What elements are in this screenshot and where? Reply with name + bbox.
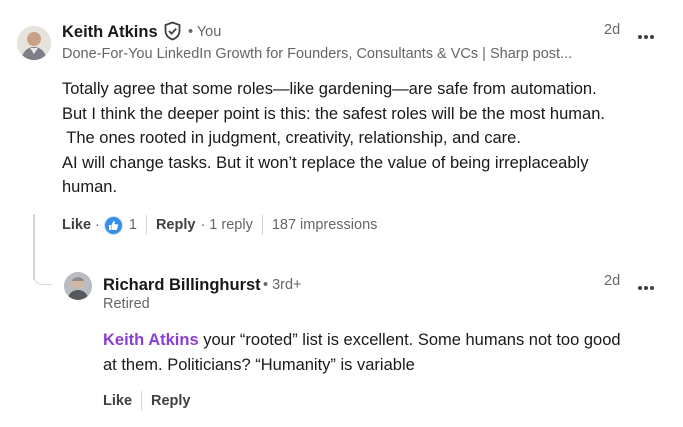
like-button[interactable]: Like — [62, 217, 91, 233]
comment-body: Totally agree that some roles—like garde… — [62, 77, 605, 200]
connection-degree: • 3rd+ — [263, 277, 302, 293]
comment-line: But I think the deeper point is this: th… — [62, 104, 605, 123]
reply-author-name[interactable]: Richard Billinghurst — [103, 276, 261, 295]
reply-body: Keith Atkins your “rooted” list is excel… — [103, 328, 621, 377]
reply-actions: Like Reply — [103, 391, 191, 411]
verified-shield-icon — [163, 21, 182, 46]
reply-count[interactable]: · 1 reply — [200, 217, 252, 233]
reaction-count[interactable]: 1 — [129, 217, 137, 233]
reply-button[interactable]: Reply — [151, 393, 191, 409]
thumbs-up-icon[interactable] — [103, 215, 123, 235]
reply-text: your “rooted” list is excellent. Some hu… — [198, 331, 621, 349]
comment-line: Totally agree that some roles—like garde… — [62, 80, 597, 98]
comment-line: The ones rooted in judgment, creativity,… — [62, 129, 521, 148]
author-headline: Retired — [103, 296, 150, 312]
author-headline: Done-For-You LinkedIn Growth for Founder… — [62, 46, 573, 62]
avatar[interactable] — [17, 26, 51, 60]
action-divider — [145, 215, 147, 235]
reply-timestamp: 2d — [604, 273, 621, 289]
avatar[interactable] — [64, 272, 92, 300]
thread-connector-vertical — [33, 214, 35, 280]
impressions-count[interactable]: 187 impressions — [272, 217, 378, 233]
comment-author-name[interactable]: Keith Atkins — [62, 23, 158, 42]
thread-connector-curve — [33, 272, 52, 285]
more-options-icon[interactable] — [637, 278, 655, 296]
action-divider — [141, 391, 143, 411]
mention-link[interactable]: Keith Atkins — [103, 331, 199, 349]
comment-actions: Like · 1 Reply · 1 reply 187 impressions — [62, 215, 377, 235]
connection-degree: • You — [188, 24, 222, 40]
comment-timestamp: 2d — [604, 22, 621, 38]
comment-line: AI will change tasks. But it won’t repla… — [62, 153, 589, 172]
more-options-icon[interactable] — [637, 27, 655, 45]
like-button[interactable]: Like — [103, 393, 132, 409]
reply-button[interactable]: Reply — [156, 217, 196, 233]
action-dot: · — [95, 217, 100, 233]
action-divider — [261, 215, 263, 235]
comment-line: human. — [62, 178, 118, 197]
reply-line: at them. Politicians? “Humanity” is vari… — [103, 355, 415, 374]
reply-line: Keith Atkins your “rooted” list is excel… — [103, 328, 621, 353]
